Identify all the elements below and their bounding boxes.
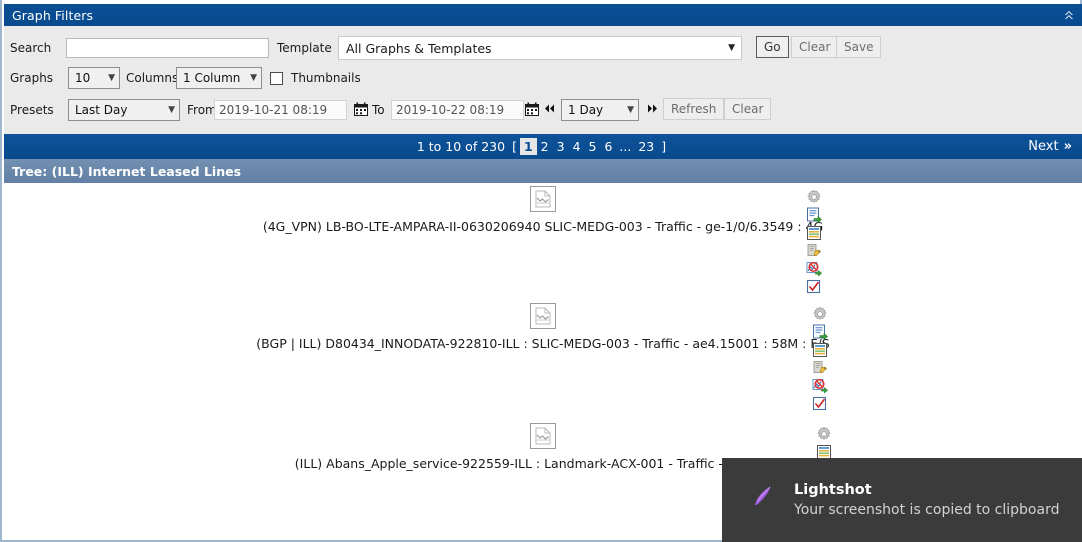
- page-link-3[interactable]: 3: [553, 139, 569, 154]
- graph-action-icons: [815, 426, 833, 460]
- clear-filters-button[interactable]: Clear: [791, 36, 839, 58]
- lightshot-toast: Lightshot Your screenshot is copied to c…: [722, 458, 1082, 542]
- thumbnails-checkbox-group: Thumbnails: [270, 71, 361, 85]
- graphs-count-value: 10: [75, 71, 91, 85]
- page-export-icon[interactable]: [806, 207, 822, 224]
- presets-label: Presets: [10, 103, 54, 117]
- page-link-last[interactable]: 23: [634, 139, 658, 154]
- timespan-select-value: 1 Day: [568, 103, 604, 117]
- graph-action-icons: [811, 306, 829, 412]
- properties-list-icon[interactable]: [806, 225, 822, 241]
- graph-content: (4G_VPN) LB-BO-LTE-AMPARA-II-0630206940 …: [4, 183, 1082, 234]
- go-button[interactable]: Go: [756, 36, 789, 58]
- from-label: From: [187, 103, 217, 117]
- gear-icon[interactable]: [812, 306, 828, 322]
- from-date-input[interactable]: [214, 100, 347, 120]
- columns-select[interactable]: 1 Column ▼: [176, 67, 262, 89]
- chevron-down-icon: ▼: [728, 43, 735, 53]
- next-page-button[interactable]: Next »: [1028, 134, 1072, 159]
- broken-image-icon[interactable]: [530, 303, 556, 329]
- tree-header: Tree: (ILL) Internet Leased Lines: [4, 159, 1082, 183]
- lightshot-app-name: Lightshot: [794, 481, 872, 498]
- bracket-close: ]: [661, 139, 667, 154]
- graph-content: (BGP | ILL) D80434_INNODATA-922810-ILL :…: [4, 300, 1082, 351]
- filter-row-presets: Presets Last Day ▼ From 2019-10-21 08:19…: [4, 98, 1082, 122]
- bracket-open: [: [512, 139, 517, 154]
- search-label: Search: [10, 41, 52, 55]
- tree-header-label: Tree: (ILL) Internet Leased Lines: [12, 163, 242, 179]
- broken-image-icon[interactable]: [530, 423, 556, 449]
- gear-icon[interactable]: [806, 189, 822, 205]
- graph-disable-icon[interactable]: [806, 261, 822, 277]
- lightshot-message: Your screenshot is copied to clipboard: [794, 501, 1060, 518]
- chevron-down-icon: ▼: [168, 105, 175, 115]
- next-page-label: Next: [1028, 139, 1059, 154]
- page-export-icon[interactable]: [812, 324, 828, 341]
- checkbox-checked-icon[interactable]: [812, 396, 828, 412]
- graph-disable-icon[interactable]: [812, 378, 828, 394]
- broken-image-icon[interactable]: [530, 186, 556, 212]
- graph-title: (BGP | ILL) D80434_INNODATA-922810-ILL :…: [256, 336, 830, 351]
- filter-row-graphs: Graphs 10 ▼ Columns 1 Column ▼ Thumbnail…: [4, 66, 1082, 90]
- to-date-input[interactable]: [391, 100, 524, 120]
- columns-select-value: 1 Column: [183, 71, 241, 85]
- pagination-bar: 1 to 10 of 230 [ 1 2 3 4 5 6 ... 23 ] Ne…: [4, 134, 1082, 159]
- graph-item: (4G_VPN) LB-BO-LTE-AMPARA-II-0630206940 …: [4, 183, 1082, 300]
- checkbox-checked-icon[interactable]: [806, 279, 822, 295]
- chevron-double-up-icon[interactable]: [1056, 4, 1082, 26]
- presets-select-value: Last Day: [75, 103, 128, 117]
- chevron-down-icon: ▼: [627, 105, 634, 115]
- pagination-summary: 1 to 10 of 230: [416, 139, 506, 154]
- timespan-select[interactable]: 1 Day ▼: [561, 99, 639, 121]
- calendar-icon[interactable]: [354, 102, 368, 116]
- feather-icon: [750, 483, 776, 512]
- lightshot-toast-text: Lightshot Your screenshot is copied to c…: [794, 480, 1059, 521]
- window-titlebar: Graph Filters: [4, 4, 1082, 26]
- refresh-button[interactable]: Refresh: [663, 98, 725, 120]
- graph-filters-page: Graph Filters Search Template All Graphs…: [0, 0, 1082, 542]
- graphs-count-select[interactable]: 10 ▼: [68, 67, 120, 89]
- page-link-2[interactable]: 2: [537, 139, 553, 154]
- page-link-4[interactable]: 4: [569, 139, 585, 154]
- search-input[interactable]: [66, 38, 269, 58]
- template-select-value: All Graphs & Templates: [346, 40, 492, 56]
- page-title: Graph Filters: [12, 7, 94, 23]
- page-link-6[interactable]: 6: [600, 139, 616, 154]
- template-select[interactable]: All Graphs & Templates ▼: [338, 36, 742, 60]
- save-filters-button[interactable]: Save: [836, 36, 882, 58]
- chevron-double-right-icon: »: [1063, 139, 1072, 154]
- double-arrow-right-icon[interactable]: [645, 101, 660, 116]
- edit-graph-icon[interactable]: [812, 360, 828, 376]
- graph-action-icons: [805, 189, 823, 295]
- pagination-center: 1 to 10 of 230 [ 1 2 3 4 5 6 ... 23 ]: [4, 134, 1082, 159]
- graphs-label: Graphs: [10, 71, 54, 85]
- graph-title: (4G_VPN) LB-BO-LTE-AMPARA-II-0630206940 …: [262, 219, 824, 234]
- graph-filters-panel: Search Template All Graphs & Templates ▼…: [4, 26, 1082, 134]
- chevron-down-icon: ▼: [108, 73, 115, 83]
- properties-list-icon[interactable]: [812, 342, 828, 358]
- thumbnails-label: Thumbnails: [291, 71, 361, 85]
- template-label: Template: [277, 41, 332, 55]
- to-label: To: [372, 103, 385, 117]
- page-link-1[interactable]: 1: [519, 138, 537, 155]
- gear-icon[interactable]: [816, 426, 832, 442]
- double-arrow-left-icon[interactable]: [542, 101, 557, 116]
- filter-row-search: Search Template All Graphs & Templates ▼…: [4, 36, 1082, 60]
- presets-select[interactable]: Last Day ▼: [68, 99, 180, 121]
- columns-label: Columns: [126, 71, 179, 85]
- calendar-icon[interactable]: [525, 102, 539, 116]
- edit-graph-icon[interactable]: [806, 243, 822, 259]
- pagination-ellipsis: ...: [619, 139, 632, 154]
- chevron-down-icon: ▼: [250, 73, 257, 83]
- clear-dates-button[interactable]: Clear: [724, 98, 772, 120]
- graph-item: (BGP | ILL) D80434_INNODATA-922810-ILL :…: [4, 300, 1082, 420]
- thumbnails-checkbox[interactable]: [270, 71, 283, 85]
- page-link-5[interactable]: 5: [585, 139, 601, 154]
